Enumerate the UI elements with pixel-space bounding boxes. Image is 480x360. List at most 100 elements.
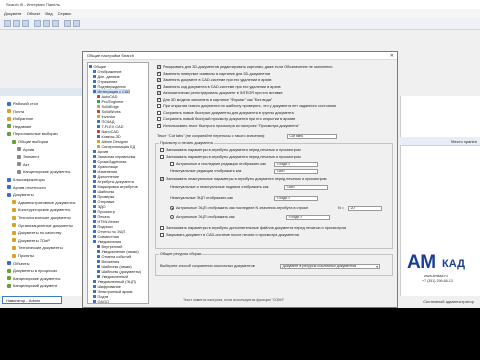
general-option-checkbox[interactable] (157, 117, 161, 121)
navigator-tree-item[interactable]: Конструкторские документы (12, 206, 70, 213)
general-option[interactable]: Для 3D модели заполнять в картинке "Форм… (157, 96, 272, 102)
folder-icon (12, 238, 16, 243)
navigator-tree-item[interactable]: Проекты (12, 252, 34, 259)
navigator-tree-item[interactable]: Технологические документы (12, 214, 71, 221)
radio-2[interactable] (170, 215, 174, 219)
radio-row-1[interactable]: Актуальные ЭЦП отображать как последние … (170, 206, 308, 210)
navigator-tree-item[interactable]: Классификаторы (7, 176, 45, 183)
radio-1[interactable] (170, 206, 174, 210)
radio-2-input[interactable]: <Подп.> (286, 214, 330, 220)
navigator-tree-item[interactable]: Рабочий стол (7, 100, 38, 107)
menu-item[interactable]: Объект (27, 11, 41, 16)
navigator-tree-item[interactable]: Избранное (7, 115, 33, 122)
navigator-tree-label: Канцелярские документы (13, 275, 61, 281)
navigator-tree-item[interactable]: Документы в процессах (7, 267, 57, 274)
print-option-3-input[interactable]: <Подп.> (274, 161, 318, 167)
general-option[interactable]: Использовать текст быстрого просмотра из… (157, 122, 299, 128)
navigator-tree-item[interactable]: Объекты (7, 260, 30, 267)
general-option[interactable]: Сохранять новые быстрые документы для до… (157, 110, 294, 115)
general-option[interactable]: Заменять код документа в CAD-системе при… (157, 83, 281, 89)
print-option-3-checkbox[interactable] (170, 162, 174, 166)
print-option-1-checkbox[interactable] (160, 148, 164, 152)
menu-item[interactable]: Документ (4, 11, 22, 16)
navigator-tree-item[interactable]: Акт (17, 161, 29, 168)
settings-tree-label: Подтверждения (97, 84, 126, 89)
navigator-tree-item[interactable]: Документы ТОиР (12, 237, 50, 244)
print-option-1[interactable]: Записывать параметры в атрибуты документ… (160, 148, 301, 152)
save-select[interactable]: Документ в ресурсы ссылочных документов … (280, 263, 380, 269)
general-option[interactable]: При открытии нового документа по шаблону… (157, 104, 336, 108)
chevron-down-icon[interactable]: ▾ (376, 265, 378, 268)
toolbar-button[interactable] (4, 20, 11, 27)
navigator-tree-item[interactable]: Почта (7, 108, 24, 115)
settings-node-icon (97, 130, 100, 133)
general-option[interactable]: Сохранять новый быстрый просмотр докумен… (157, 117, 295, 121)
general-option-checkbox[interactable] (157, 64, 161, 69)
general-option[interactable]: Заменять документ в CAD-системе при его … (157, 77, 271, 82)
save-group-legend: Общие ресурсы сборки (159, 252, 203, 256)
navigator-tree-item[interactable]: Архив (17, 146, 34, 153)
menu-item[interactable]: Вид (45, 11, 52, 16)
general-option-checkbox[interactable] (157, 122, 161, 128)
general-option[interactable]: Заменять неверные символы в картинке для… (157, 70, 270, 76)
nepodpis-input[interactable]: <Подп.> (274, 195, 318, 201)
general-option[interactable]: Раскрывать для 3D-документов редактирова… (157, 64, 333, 69)
menu-item[interactable]: Сервис (58, 11, 72, 16)
bottom-option-1-checkbox[interactable] (160, 226, 164, 230)
bottom-option-2[interactable]: Закрывать документ в CAD-системе после п… (160, 233, 299, 237)
toolbar-button[interactable] (52, 20, 59, 27)
settings-tree-label: Атрибуты документа (97, 179, 134, 184)
close-icon[interactable]: ✕ (390, 53, 394, 59)
general-option-checkbox[interactable] (157, 77, 161, 82)
navigator-tree-item[interactable]: Документы по качеству (12, 229, 61, 236)
cut-tabs-input[interactable]: Cut tabs (287, 133, 337, 139)
navigator-tree-item[interactable]: Документы (7, 191, 34, 198)
general-option-checkbox[interactable] (157, 96, 161, 102)
toolbar-button[interactable] (73, 20, 80, 27)
navigator-tree-item[interactable]: Недавние (7, 123, 31, 130)
navigator-tree-label: Технологические документы (18, 215, 71, 220)
general-option-checkbox[interactable] (157, 90, 161, 95)
right-column-header[interactable]: Место хранен (400, 137, 480, 146)
general-option-checkbox[interactable] (157, 110, 161, 115)
print-option-4-input[interactable]: <Ан> (274, 168, 318, 174)
toolbar-button[interactable] (64, 20, 71, 27)
print-option-5[interactable]: Записывать неактуальные параметры в атри… (160, 176, 327, 181)
general-option[interactable]: Автоматически регистрировать документ в … (157, 90, 283, 95)
print-option-5-checkbox[interactable] (160, 176, 164, 181)
navigator-tree-item[interactable]: Канцелярский документ (7, 282, 57, 289)
settings-node-icon (93, 285, 96, 288)
print-option-2[interactable]: Записывать параметры в атрибуты документ… (160, 155, 301, 159)
navigator-tree-item[interactable]: Административные документы (12, 199, 75, 206)
navigator-tree-item[interactable]: Канцелярские документы (7, 275, 60, 282)
print-option-2-checkbox[interactable] (160, 155, 164, 159)
navigator-tree-item[interactable]: Архив отчетности (7, 184, 46, 191)
navigator-tree-item[interactable]: Канцелярские документы (17, 168, 70, 175)
navigator-tree-label: Архив отчетности (13, 184, 46, 190)
neakt-input[interactable]: <Ан> (284, 184, 328, 190)
toolbar-button[interactable] (34, 20, 41, 27)
toolbar-button[interactable] (22, 20, 29, 27)
navigator-tree-item[interactable]: Элемент (17, 153, 39, 160)
settings-tree-label: Дополнение (97, 174, 120, 179)
settings-tree-label: Отправка (97, 199, 115, 204)
print-option-3[interactable]: Актуальные и последние редакции отобража… (170, 162, 266, 166)
general-option-checkbox[interactable] (157, 83, 161, 89)
bottom-option-2-checkbox[interactable] (160, 233, 164, 237)
settings-tree-label: Отчеты по ЭЦП (97, 229, 126, 234)
toolbar-button[interactable] (43, 20, 50, 27)
settings-tree-item[interactable]: OAGO (93, 299, 109, 303)
radio-row-2[interactable]: Актуальные ЭЦП отображать как (170, 215, 235, 219)
radio-1-n-input[interactable]: 20 (348, 205, 382, 211)
settings-node-icon (93, 80, 96, 83)
navigator-tree-item[interactable]: Технические документы (12, 244, 63, 251)
nepodpis-label: Неактуальные ЭЦП отображать как (170, 196, 234, 200)
bottom-option-1[interactable]: Записывать параметры в атрибуты дополнит… (160, 226, 346, 230)
navigator-tab[interactable]: Навигатор - Admin (2, 296, 62, 304)
navigator-tree-item[interactable]: Организационные документы (12, 222, 73, 229)
navigator-tree-item[interactable]: Персональные выборки (7, 130, 58, 137)
general-option-checkbox[interactable] (157, 70, 161, 76)
general-option-checkbox[interactable] (157, 104, 161, 108)
navigator-tree-item[interactable]: Общие выборки (12, 138, 48, 145)
toolbar-button[interactable] (13, 20, 20, 27)
